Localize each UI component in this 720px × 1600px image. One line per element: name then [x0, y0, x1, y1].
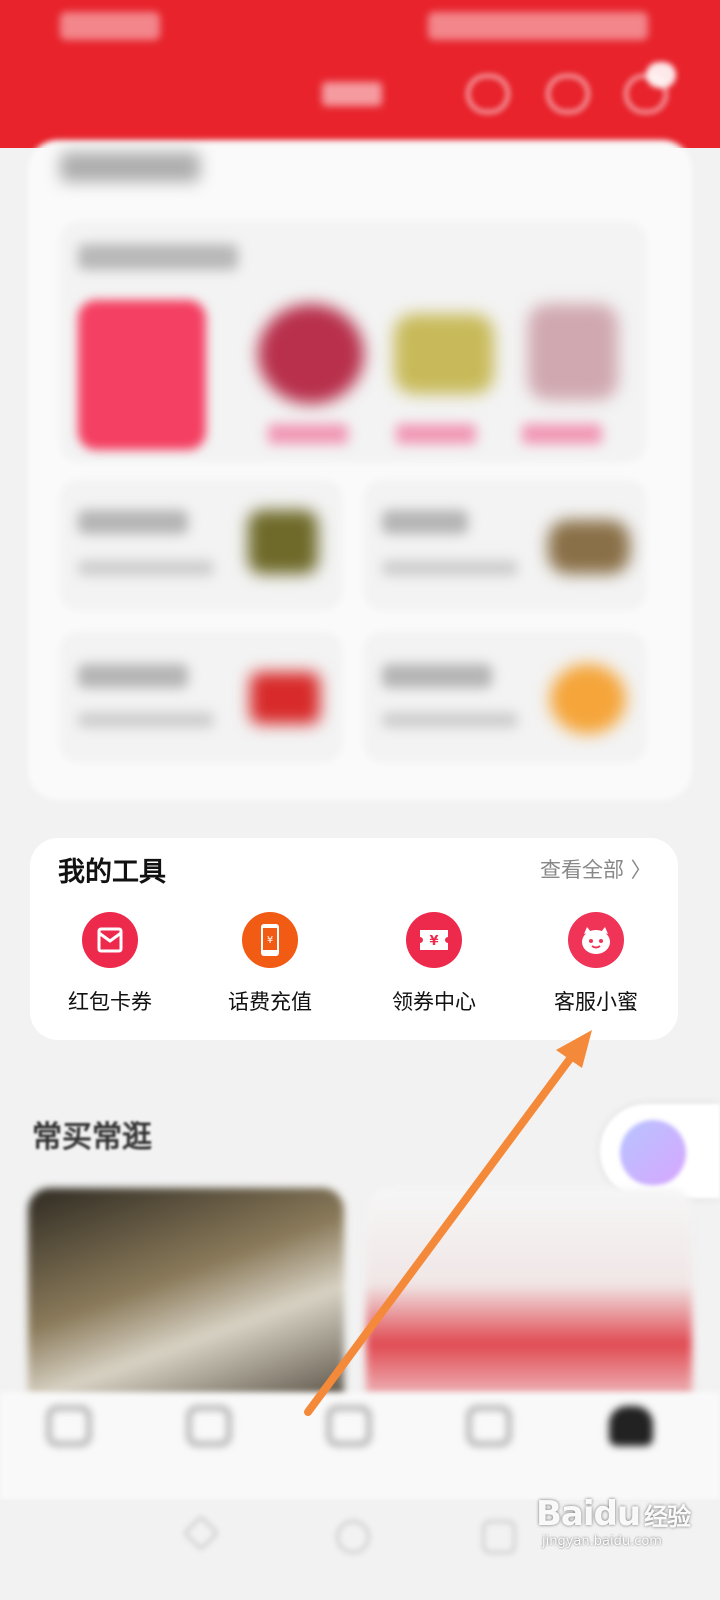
- watermark-logo: Baidu: [536, 1494, 641, 1534]
- annotation-arrow: [304, 1030, 592, 1416]
- watermark-logo-cn: 经验: [644, 1503, 691, 1531]
- baidu-jingyan-watermark: Baidu 经验 jingyan.baidu.com: [536, 1494, 712, 1582]
- watermark-url: jingyan.baidu.com: [542, 1534, 662, 1549]
